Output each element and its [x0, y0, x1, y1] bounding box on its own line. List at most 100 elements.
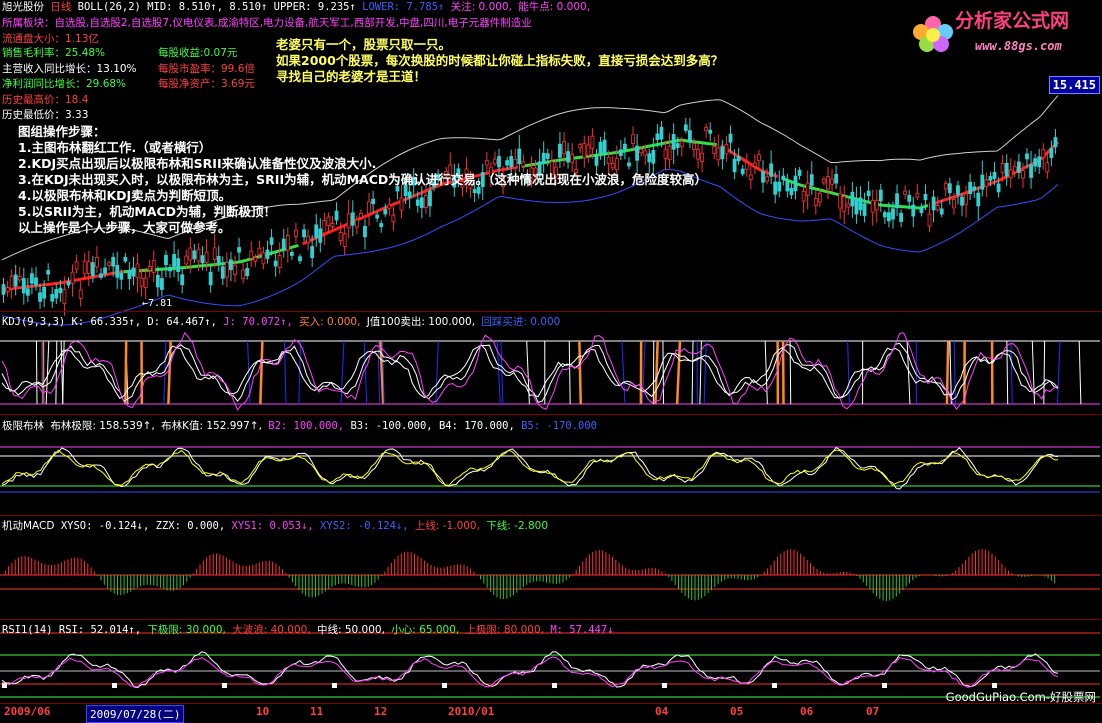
candle-body	[181, 275, 184, 285]
candle-body	[189, 248, 192, 260]
time-axis[interactable]: 2009/06 2009/07/28(二) 10 11 12 2010/01 0…	[0, 703, 1102, 720]
rsi-marker	[772, 683, 777, 688]
candle-body	[1030, 165, 1033, 177]
candle-body	[323, 221, 326, 233]
candle-body	[254, 257, 257, 261]
candle-body	[843, 197, 846, 212]
rsi-title: RSI1(14) RSI: 52.014↑, 下极限: 30.000, 大波浪:…	[2, 624, 614, 636]
candle-body	[315, 225, 318, 237]
candle-body	[546, 154, 549, 159]
candle-body	[603, 140, 606, 155]
site-watermark: GoodGuPiao.Com-好股票网	[946, 689, 1096, 705]
candle-body	[140, 278, 143, 286]
kdj-signal-bar	[569, 341, 570, 404]
candle-body	[692, 144, 695, 149]
candle-body	[250, 251, 253, 258]
candle-body	[859, 198, 862, 210]
candle-body	[904, 191, 907, 194]
time-tick: 06	[800, 705, 813, 718]
candle-body	[136, 264, 139, 278]
candle-body	[104, 268, 107, 274]
candle-body	[266, 250, 269, 259]
candle-body	[640, 149, 643, 152]
candle-body	[611, 163, 614, 167]
candle-body	[863, 204, 866, 216]
candle-body	[879, 190, 882, 201]
candle-body	[1001, 163, 1004, 172]
candle-body	[1046, 163, 1049, 172]
candle-body	[485, 160, 488, 164]
candle-body	[91, 263, 94, 276]
candle-body	[372, 199, 375, 204]
kdj-signal-bar	[260, 341, 262, 404]
candle-body	[806, 183, 809, 195]
candle-body	[303, 230, 306, 237]
candle-body	[95, 257, 98, 266]
candle-body	[286, 236, 289, 250]
kdj-signal-bar	[1011, 341, 1012, 404]
candle-body	[376, 215, 379, 218]
candle-body	[965, 194, 968, 205]
kdj-signal-bar	[622, 341, 625, 404]
kdj-j: J: 70.072↑,	[223, 316, 293, 328]
candle-body	[1042, 150, 1045, 158]
candle-body	[587, 145, 590, 155]
candle-body	[6, 288, 9, 292]
candle-body	[936, 206, 939, 210]
quote-line-2: 如果2000个股票，每次换股的时候都让你碰上指标失败，直接亏损会达到多高？	[276, 53, 723, 68]
candle-body	[14, 275, 17, 286]
time-tick: 2010/01	[448, 705, 494, 718]
time-tick: 10	[256, 705, 269, 718]
candle-body	[1017, 162, 1020, 172]
candle-body	[229, 260, 232, 270]
panel-separator	[0, 515, 1102, 516]
candle-body	[55, 290, 58, 298]
candle-body	[75, 262, 78, 269]
candle-body	[396, 187, 399, 192]
jxbl-b4: B4: 170.000,	[439, 420, 515, 432]
candle-body	[790, 188, 793, 194]
candle-body	[59, 288, 62, 293]
kdj-signal-bar	[164, 341, 166, 404]
rsi-marker	[442, 683, 447, 688]
candle-body	[124, 257, 127, 261]
jxbl-name: 极限布林	[2, 420, 44, 432]
candle-body	[246, 268, 249, 275]
candle-body	[209, 272, 212, 285]
candle-body	[766, 177, 769, 181]
candle-body	[855, 200, 858, 214]
candle-body	[660, 127, 663, 139]
rsi-m-line	[2, 657, 1058, 687]
step-4: 4.以极限布林和KDJ卖点为判断短顶。	[18, 188, 231, 203]
candle-body	[238, 248, 241, 253]
rsi-marker	[552, 683, 557, 688]
kdj-signal-bar	[497, 341, 500, 404]
candle-body	[156, 275, 159, 287]
jxbl-b3: B3: -100.000,	[350, 420, 432, 432]
kdj-signal-bar	[527, 341, 530, 404]
candle-body	[672, 134, 675, 149]
candle-body	[331, 223, 334, 226]
candle-body	[810, 175, 813, 186]
candle-body	[871, 200, 874, 212]
candle-body	[774, 182, 777, 194]
candle-body	[599, 142, 602, 152]
candle-body	[132, 268, 135, 276]
candle-body	[709, 130, 712, 133]
rsi-big-wave: 大波浪: 40.000,	[232, 624, 310, 636]
current-date-cursor[interactable]: 2009/07/28(二)	[86, 705, 184, 723]
kdj-signal-bar	[692, 341, 693, 404]
candle-body	[392, 215, 395, 222]
kdj-signal-bar	[848, 341, 850, 404]
candle-body	[112, 257, 115, 266]
candle-body	[794, 176, 797, 191]
candle-body	[514, 159, 517, 167]
rsi-low-limit: 下极限: 30.000,	[147, 624, 225, 636]
kdj-d: D: 64.467↑,	[147, 316, 217, 328]
candle-body	[818, 193, 821, 202]
candle-body	[380, 223, 383, 226]
candle-body	[359, 213, 362, 217]
macd-xys1: XYS1: 0.053↓,	[232, 520, 314, 532]
macd-zzx: ZZX: 0.000,	[156, 520, 226, 532]
candle-body	[67, 282, 70, 285]
